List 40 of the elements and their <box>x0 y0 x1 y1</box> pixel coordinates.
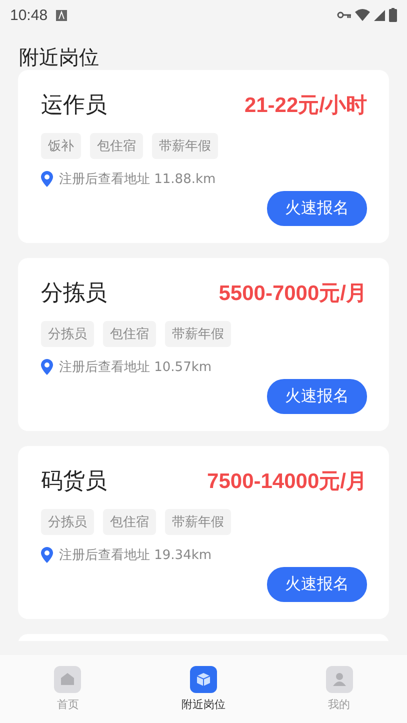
status-time: 10:48 <box>10 6 48 24</box>
job-tag: 包住宿 <box>103 321 156 347</box>
apply-button[interactable]: 火速报名 <box>267 379 367 414</box>
tab-item[interactable]: 附近岗位 <box>153 666 254 712</box>
tab-item[interactable]: 我的 <box>289 666 390 712</box>
address-text: 注册后查看地址 19.34km <box>59 547 212 564</box>
job-tag: 带薪年假 <box>165 321 231 347</box>
apply-button[interactable]: 火速报名 <box>267 191 367 226</box>
salary-text: 21-22元/小时 <box>244 93 367 119</box>
job-tag: 包住宿 <box>90 133 143 159</box>
salary-text: 5500-7000元/月 <box>218 281 367 307</box>
tab-item[interactable]: 首页 <box>18 666 118 712</box>
address-text: 注册后查看地址 10.57km <box>59 359 212 376</box>
job-title: 运作员 <box>41 92 107 120</box>
salary-text: 7500-14000元/月 <box>207 469 367 495</box>
job-card[interactable]: 码货员 7500-14000元/月 分拣员 包住宿 带薪年假 注册后查看地址 19.34km 火速报名 <box>18 446 389 619</box>
wifi-icon <box>355 9 370 21</box>
key-icon <box>337 11 351 19</box>
apply-button[interactable]: 火速报名 <box>267 567 367 602</box>
job-tag: 饭补 <box>41 133 81 159</box>
keyboard-icon <box>56 10 67 20</box>
job-card[interactable]: 运作员 21-22元/小时 饭补 包住宿 带薪年假 注册后查看地址 11.88.km 火速报名 <box>18 70 389 243</box>
address-text: 注册后查看地址 11.88.km <box>59 171 216 188</box>
page-title: 附近岗位 <box>18 44 100 70</box>
location-pin-icon <box>41 171 53 187</box>
job-tag: 分拣员 <box>41 509 94 535</box>
job-tag: 带薪年假 <box>165 509 231 535</box>
job-title: 码货员 <box>41 468 107 496</box>
job-tag: 带薪年假 <box>152 133 218 159</box>
battery-icon <box>389 8 397 22</box>
job-tag: 分拣员 <box>41 321 94 347</box>
location-pin-icon <box>41 547 53 563</box>
user-icon <box>326 666 353 693</box>
home-icon <box>54 666 82 693</box>
signal-icon <box>374 10 385 20</box>
job-tag: 包住宿 <box>103 509 156 535</box>
job-title: 分拣员 <box>41 280 107 308</box>
box-icon <box>190 666 217 693</box>
location-pin-icon <box>41 359 53 375</box>
job-card[interactable]: 分拣员 5500-7000元/月 分拣员 包住宿 带薪年假 注册后查看地址 10.57km 火速报名 <box>18 258 389 431</box>
